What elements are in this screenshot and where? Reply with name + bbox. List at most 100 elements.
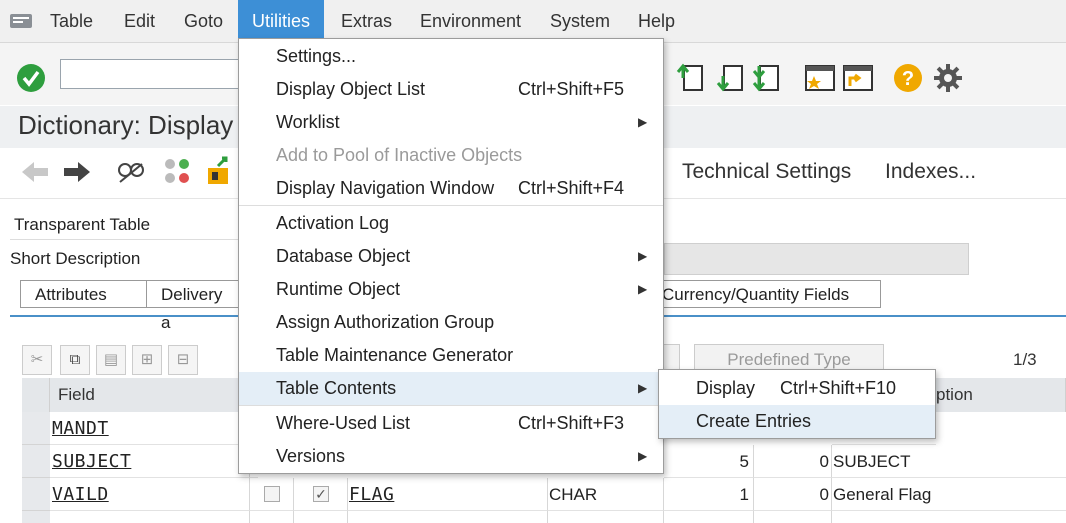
row-selector[interactable] [22,478,50,511]
menu-item-label: Database Object [276,246,411,266]
row-selector[interactable] [22,511,50,523]
other-object-icon[interactable] [162,156,192,186]
settings-gear-icon[interactable] [932,62,964,94]
table-row-field[interactable]: MANDT [50,412,250,445]
menu-item-display-navigation-window[interactable]: Display Navigation Window Ctrl+Shift+F4 [239,172,663,205]
menu-environment[interactable]: Environment [406,0,535,42]
menu-item-where-used-list[interactable]: Where-Used List Ctrl+Shift+F3 [239,407,663,440]
grid-select-all[interactable] [22,378,50,412]
submenu-item-create-entries[interactable]: Create Entries [659,405,935,438]
field-name-link[interactable]: SUBJECT [52,451,131,472]
field-separator-line [10,239,238,240]
menu-item-label: Display Object List [276,79,426,99]
table-row-decimals[interactable]: 0 [754,445,832,478]
activate-icon[interactable] [204,156,234,186]
copy-icon[interactable]: ⧉ [60,345,90,375]
menu-item-runtime-object[interactable]: Runtime Object ▶ [239,273,663,306]
grid-header-description[interactable]: ption [936,378,1066,412]
menu-item-database-object[interactable]: Database Object ▶ [239,240,663,273]
menu-help[interactable]: Help [624,0,689,42]
table-row-cell [754,511,832,523]
indexes-button[interactable]: Indexes... [885,160,976,184]
menu-icon[interactable] [10,13,32,29]
initial-values-checkbox[interactable]: ✓ [313,486,329,502]
menu-item-shortcut: Ctrl+Shift+F5 [518,79,625,99]
table-row-decimals[interactable]: 0 [754,478,832,511]
create-session-icon[interactable] [804,62,836,92]
next-page-icon[interactable] [716,62,746,92]
insert-row-icon[interactable]: ⊞ [132,345,162,375]
menu-item-table-maintenance-generator[interactable]: Table Maintenance Generator [239,339,663,372]
forward-arrow-icon[interactable] [62,160,92,184]
tab-currency-quantity-fields[interactable]: Currency/Quantity Fields [661,280,881,308]
menu-bar: Table Edit Goto Utilities Extras Environ… [0,0,1066,43]
table-row-description: SUBJECT [832,445,1066,478]
display-change-icon[interactable] [116,156,146,186]
paste-icon[interactable]: ▤ [96,345,126,375]
menu-item-shortcut: Ctrl+Shift+F4 [518,178,625,198]
menu-item-add-to-pool: Add to Pool of Inactive Objects [239,139,663,172]
tab-attributes[interactable]: Attributes [20,280,148,308]
table-row-length[interactable]: 5 [664,445,754,478]
menu-item-shortcut: Ctrl+Shift+F3 [518,413,625,433]
table-row-field[interactable] [50,511,250,523]
field-name-link[interactable]: MANDT [52,418,109,439]
menu-table[interactable]: Table [36,0,107,42]
shortcut-icon[interactable] [842,62,874,92]
menu-item-label: Worklist [276,112,340,132]
submenu-arrow-icon: ▶ [638,249,648,263]
data-element-link[interactable]: FLAG [349,484,394,505]
row-selector[interactable] [22,412,50,445]
table-row-data-element[interactable]: FLAG [348,478,548,511]
cut-icon[interactable]: ✂ [22,345,52,375]
menu-item-label: Runtime Object [276,279,401,299]
menu-goto[interactable]: Goto [170,0,237,42]
back-arrow-icon[interactable] [20,160,50,184]
menu-item-display-object-list[interactable]: Display Object List Ctrl+Shift+F5 [239,73,663,106]
svg-text:?: ? [902,68,914,90]
table-row-init[interactable]: ✓ [294,478,348,511]
table-type-label: Transparent Table [14,215,151,234]
menu-item-worklist[interactable]: Worklist ▶ [239,106,663,139]
menu-utilities[interactable]: Utilities [238,0,325,42]
short-description-label: Short Description [10,249,141,268]
menu-item-assign-authorization-group[interactable]: Assign Authorization Group [239,306,663,339]
table-row-field[interactable]: VAILD [50,478,250,511]
menu-item-label: Add to Pool of Inactive Objects [276,145,523,165]
menu-item-label: Assign Authorization Group [276,312,495,332]
row-selector[interactable] [22,445,50,478]
menu-system[interactable]: System [536,0,624,42]
menu-item-label: Table Maintenance Generator [276,345,514,365]
utilities-dropdown-menu: Settings... Display Object List Ctrl+Shif… [238,38,664,474]
last-page-icon[interactable] [752,62,782,92]
menu-item-settings[interactable]: Settings... [239,40,663,73]
table-row-length[interactable]: 1 [664,478,754,511]
menu-item-table-contents[interactable]: Table Contents ▶ [239,372,663,405]
table-row-field[interactable]: SUBJECT [50,445,250,478]
menu-item-shortcut: Ctrl+Shift+F10 [780,378,897,398]
short-description-field [664,243,969,275]
first-page-icon[interactable] [676,62,706,92]
key-checkbox[interactable] [264,486,280,502]
menu-item-activation-log[interactable]: Activation Log [239,207,663,240]
tab-delivery[interactable]: Delivery a [146,280,238,332]
menu-item-label: Table Contents [276,378,397,398]
table-row-type[interactable]: CHAR [548,478,664,511]
table-row-cell [548,511,664,523]
menu-item-label: Settings... [276,46,357,66]
submenu-item-display[interactable]: Display Ctrl+Shift+F10 [659,372,935,405]
grid-header-field[interactable]: Field [50,378,250,412]
menu-extras[interactable]: Extras [327,0,406,42]
table-row-description: General Flag [832,478,1066,511]
menu-edit[interactable]: Edit [110,0,169,42]
submenu-arrow-icon: ▶ [638,449,648,463]
table-row-key[interactable] [250,478,294,511]
menu-item-label: Create Entries [696,411,812,431]
command-field[interactable] [60,59,242,89]
field-name-link[interactable]: VAILD [52,484,109,505]
menu-item-versions[interactable]: Versions ▶ [239,440,663,473]
delete-row-icon[interactable]: ⊟ [168,345,198,375]
help-icon[interactable]: ? [893,63,923,93]
enter-icon[interactable] [16,63,46,93]
technical-settings-button[interactable]: Technical Settings [682,160,851,184]
